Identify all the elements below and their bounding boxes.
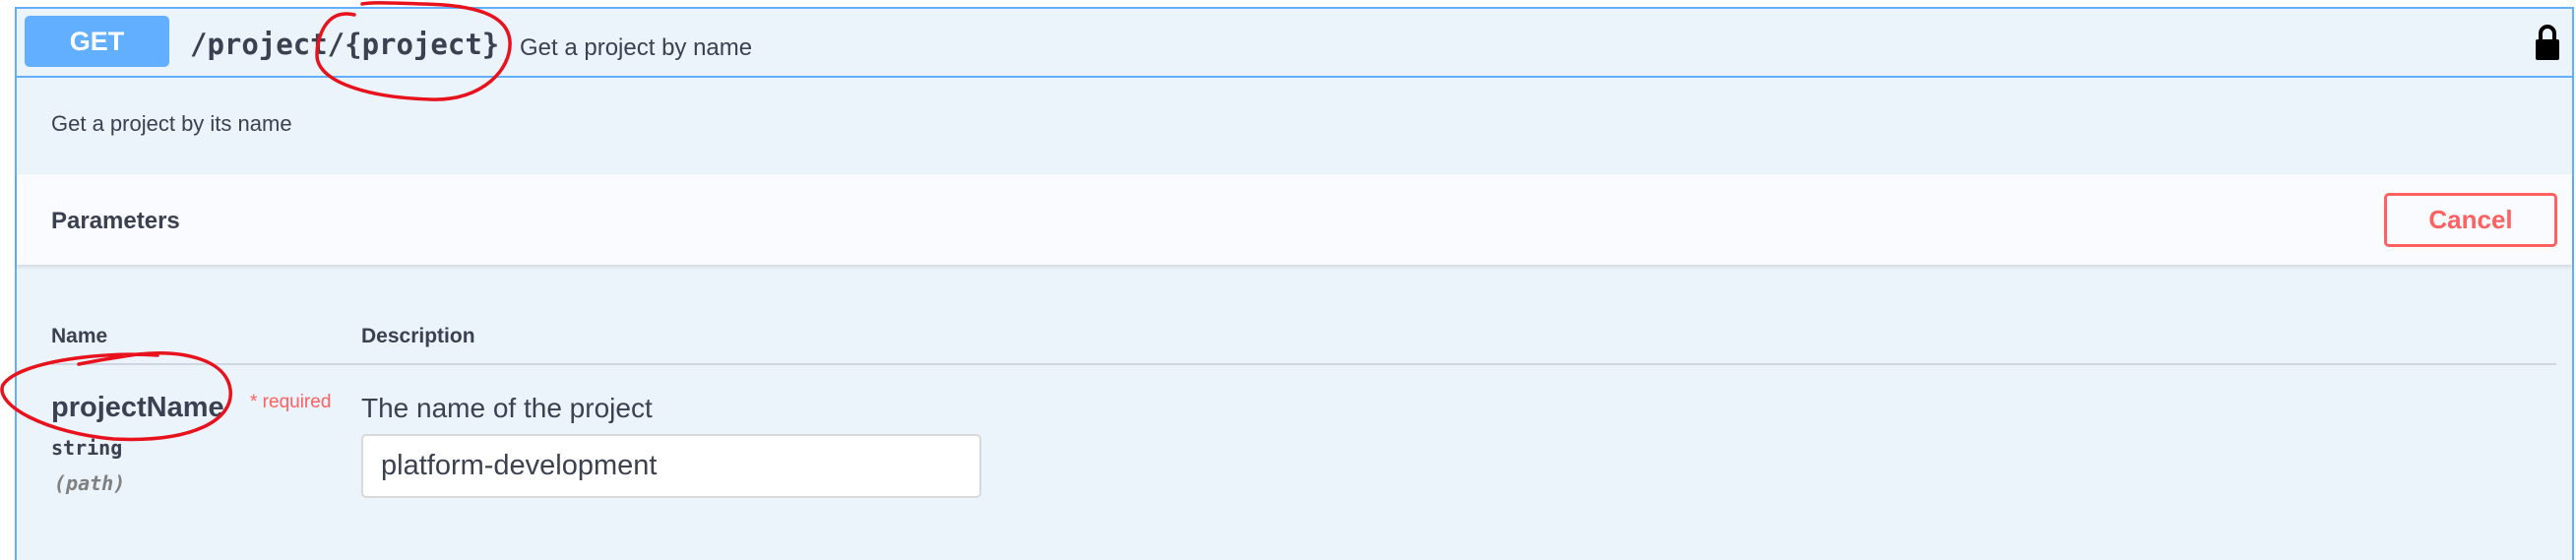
parameter-name: projectName: [51, 392, 224, 423]
operation-summary[interactable]: GET /project/{project} Get a project by …: [17, 9, 2572, 78]
cancel-button[interactable]: Cancel: [2384, 193, 2557, 247]
parameter-description: The name of the project: [361, 393, 653, 423]
column-header-name: Name: [51, 325, 108, 347]
parameters-header: Parameters Cancel: [17, 174, 2572, 265]
required-badge: * required: [250, 392, 332, 412]
parameter-type: string: [51, 436, 123, 460]
column-header-description: Description: [361, 325, 475, 347]
operation-description: Get a project by its name: [51, 111, 292, 136]
table-divider: [51, 363, 2556, 365]
parameters-title: Parameters: [51, 208, 180, 234]
parameter-location: (path): [54, 471, 126, 495]
operation-block: GET /project/{project} Get a project by …: [15, 7, 2574, 560]
project-name-input[interactable]: [361, 434, 981, 498]
lock-icon[interactable]: [2533, 23, 2562, 62]
endpoint-path: /project/{project}: [190, 28, 500, 61]
http-method-badge: GET: [25, 16, 169, 67]
operation-summary-text: Get a project by name: [520, 34, 753, 61]
